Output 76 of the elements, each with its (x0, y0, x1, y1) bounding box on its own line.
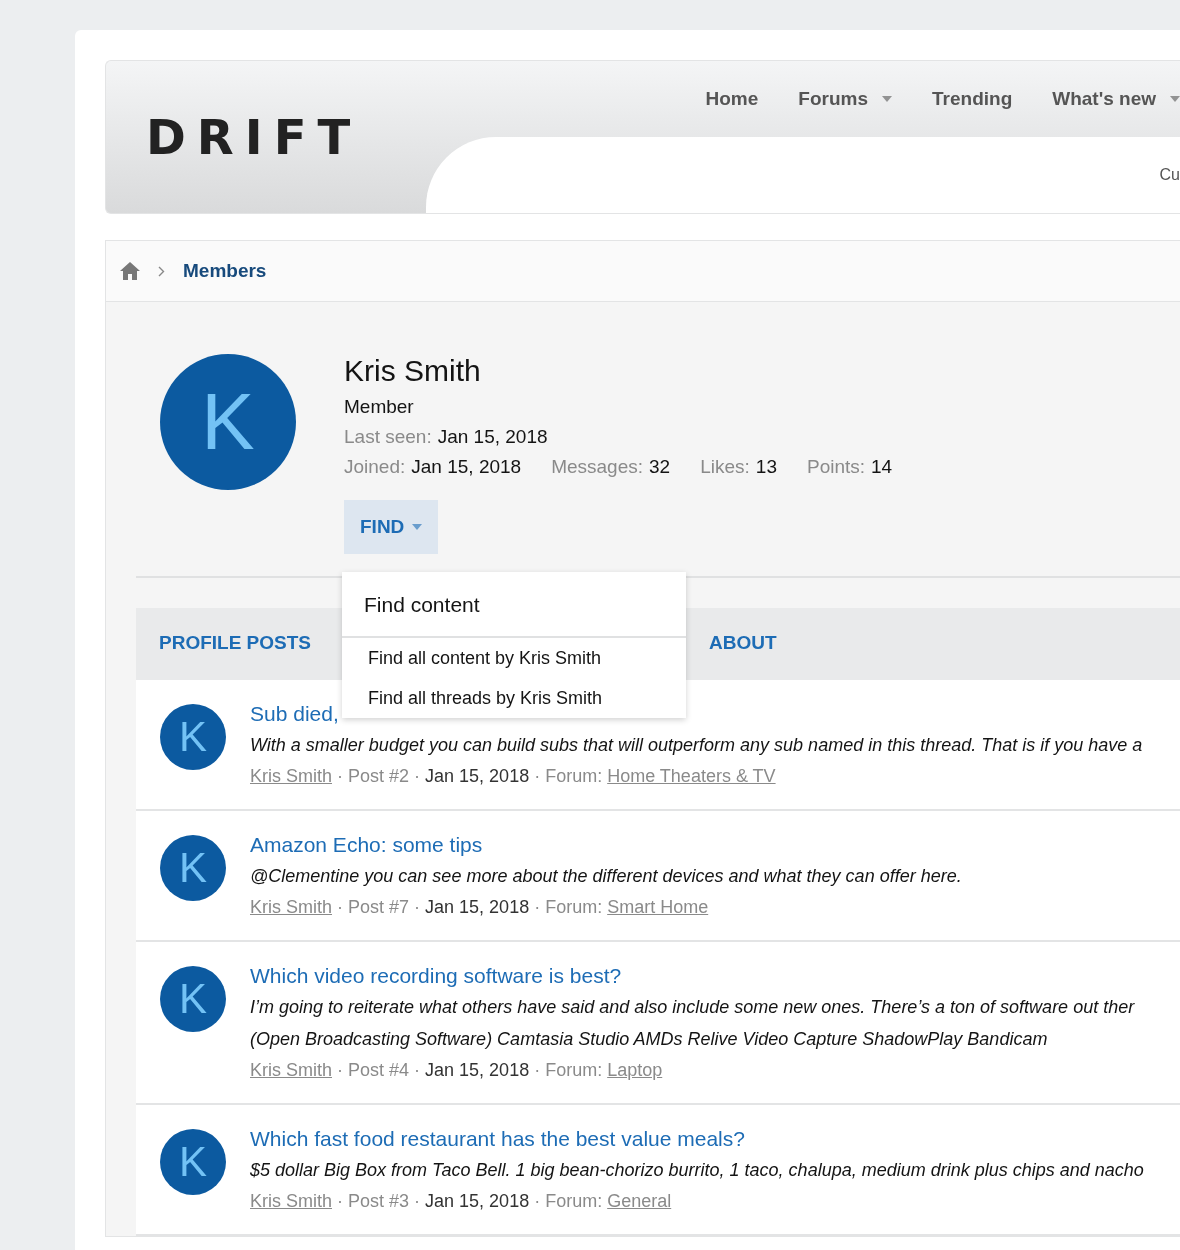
separator: · (337, 766, 343, 787)
post-number: Post #2 (348, 766, 410, 787)
nav-link[interactable]: Home (705, 88, 759, 110)
profile-tab[interactable]: ABOUT (709, 609, 777, 679)
breadcrumb-link[interactable]: Members (183, 260, 267, 282)
post-snippet: (Open Broadcasting Software) Camtasia Studio AMDs Relive Video Capture ShadowPlay Bandicam (250, 1028, 1049, 1051)
post-number: Post #3 (348, 1191, 410, 1212)
avatar: K (160, 354, 296, 490)
forum-label: Forum: (545, 897, 603, 918)
separator: · (414, 1191, 421, 1212)
stat-label: Last seen: (344, 426, 432, 448)
separator: · (534, 1060, 541, 1081)
avatar: K (160, 966, 226, 1032)
post-number: Post #7 (348, 897, 410, 918)
member-title: Member (344, 396, 414, 418)
forum-link[interactable]: Smart Home (607, 897, 709, 918)
nav-link[interactable]: What's new (1052, 88, 1180, 110)
member-name: Kris Smith (344, 354, 482, 388)
menu-header: Find content (342, 572, 686, 638)
author-link[interactable]: Kris Smith (250, 1060, 332, 1081)
post-snippet: $5 dollar Big Box from Taco Bell. 1 big bean-chorizo burrito, 1 taco, chalupa, medium drink plus chips and nacho (250, 1159, 1144, 1182)
stat-value: 32 (649, 456, 671, 478)
stat-label: Likes: (700, 456, 750, 478)
stat-value: 14 (871, 456, 893, 478)
post-snippet: I’m going to reiterate what others have said and also include some new ones. There’s a ton of software out ther (250, 996, 1135, 1019)
post-title-link[interactable]: Which fast food restaurant has the best value meals? (250, 1127, 745, 1151)
chevron-right-icon (158, 265, 165, 277)
caret-icon (882, 96, 892, 102)
nav-link[interactable]: Trending (932, 88, 1013, 110)
separator: · (534, 897, 541, 918)
nav-link[interactable]: Forums (798, 88, 892, 110)
avatar: K (160, 1129, 226, 1195)
post-snippet: With a smaller budget you can build subs that will outperform any sub named in this thread. That is if you have a (250, 734, 1143, 757)
caret-icon (412, 524, 423, 530)
find-button[interactable]: FIND (344, 500, 439, 554)
stat-label: Joined: (344, 456, 406, 478)
stat-value: Jan 15, 2018 (411, 456, 522, 478)
author-link[interactable]: Kris Smith (250, 897, 332, 918)
menu-item[interactable]: Find all threads by Kris Smith (342, 678, 686, 718)
post-date: Jan 15, 2018 (425, 1191, 530, 1212)
separator: · (337, 897, 343, 918)
post-title-link[interactable]: Amazon Echo: some tips (250, 833, 483, 857)
forum-label: Forum: (545, 1060, 603, 1081)
post-snippet: @Clementine you can see more about the different devices and what they can offer here. (250, 865, 962, 888)
separator: · (414, 897, 421, 918)
site-logo[interactable]: DRIFT (146, 109, 362, 165)
stat-label: Points: (806, 456, 866, 478)
subnav-link[interactable]: Cu (1159, 166, 1180, 184)
post-date: Jan 15, 2018 (425, 766, 530, 787)
stat-value: 13 (755, 456, 777, 478)
post-date: Jan 15, 2018 (425, 897, 530, 918)
avatar: K (160, 704, 226, 770)
stat-label: Messages: (551, 456, 644, 478)
menu-item[interactable]: Find all content by Kris Smith (342, 638, 686, 678)
forum-label: Forum: (545, 1191, 603, 1212)
home-icon[interactable] (120, 262, 140, 280)
post-date: Jan 15, 2018 (425, 1060, 530, 1081)
forum-label: Forum: (545, 766, 603, 787)
forum-link[interactable]: Home Theaters & TV (607, 766, 776, 787)
stat-value: Jan 15, 2018 (437, 426, 548, 448)
separator: · (414, 1060, 421, 1081)
profile-tab[interactable]: PROFILE POSTS (159, 609, 312, 679)
separator: · (534, 766, 541, 787)
author-link[interactable]: Kris Smith (250, 766, 332, 787)
separator: · (534, 1191, 541, 1212)
separator: · (414, 766, 421, 787)
author-link[interactable]: Kris Smith (250, 1191, 332, 1212)
forum-link[interactable]: Laptop (607, 1060, 663, 1081)
post-title-link[interactable]: Sub died, (250, 702, 339, 726)
forum-link[interactable]: General (607, 1191, 672, 1212)
post-title-link[interactable]: Which video recording software is best? (250, 964, 622, 988)
separator: · (337, 1060, 343, 1081)
caret-icon (1170, 96, 1180, 102)
post-number: Post #4 (348, 1060, 410, 1081)
separator: · (337, 1191, 343, 1212)
avatar: K (160, 835, 226, 901)
